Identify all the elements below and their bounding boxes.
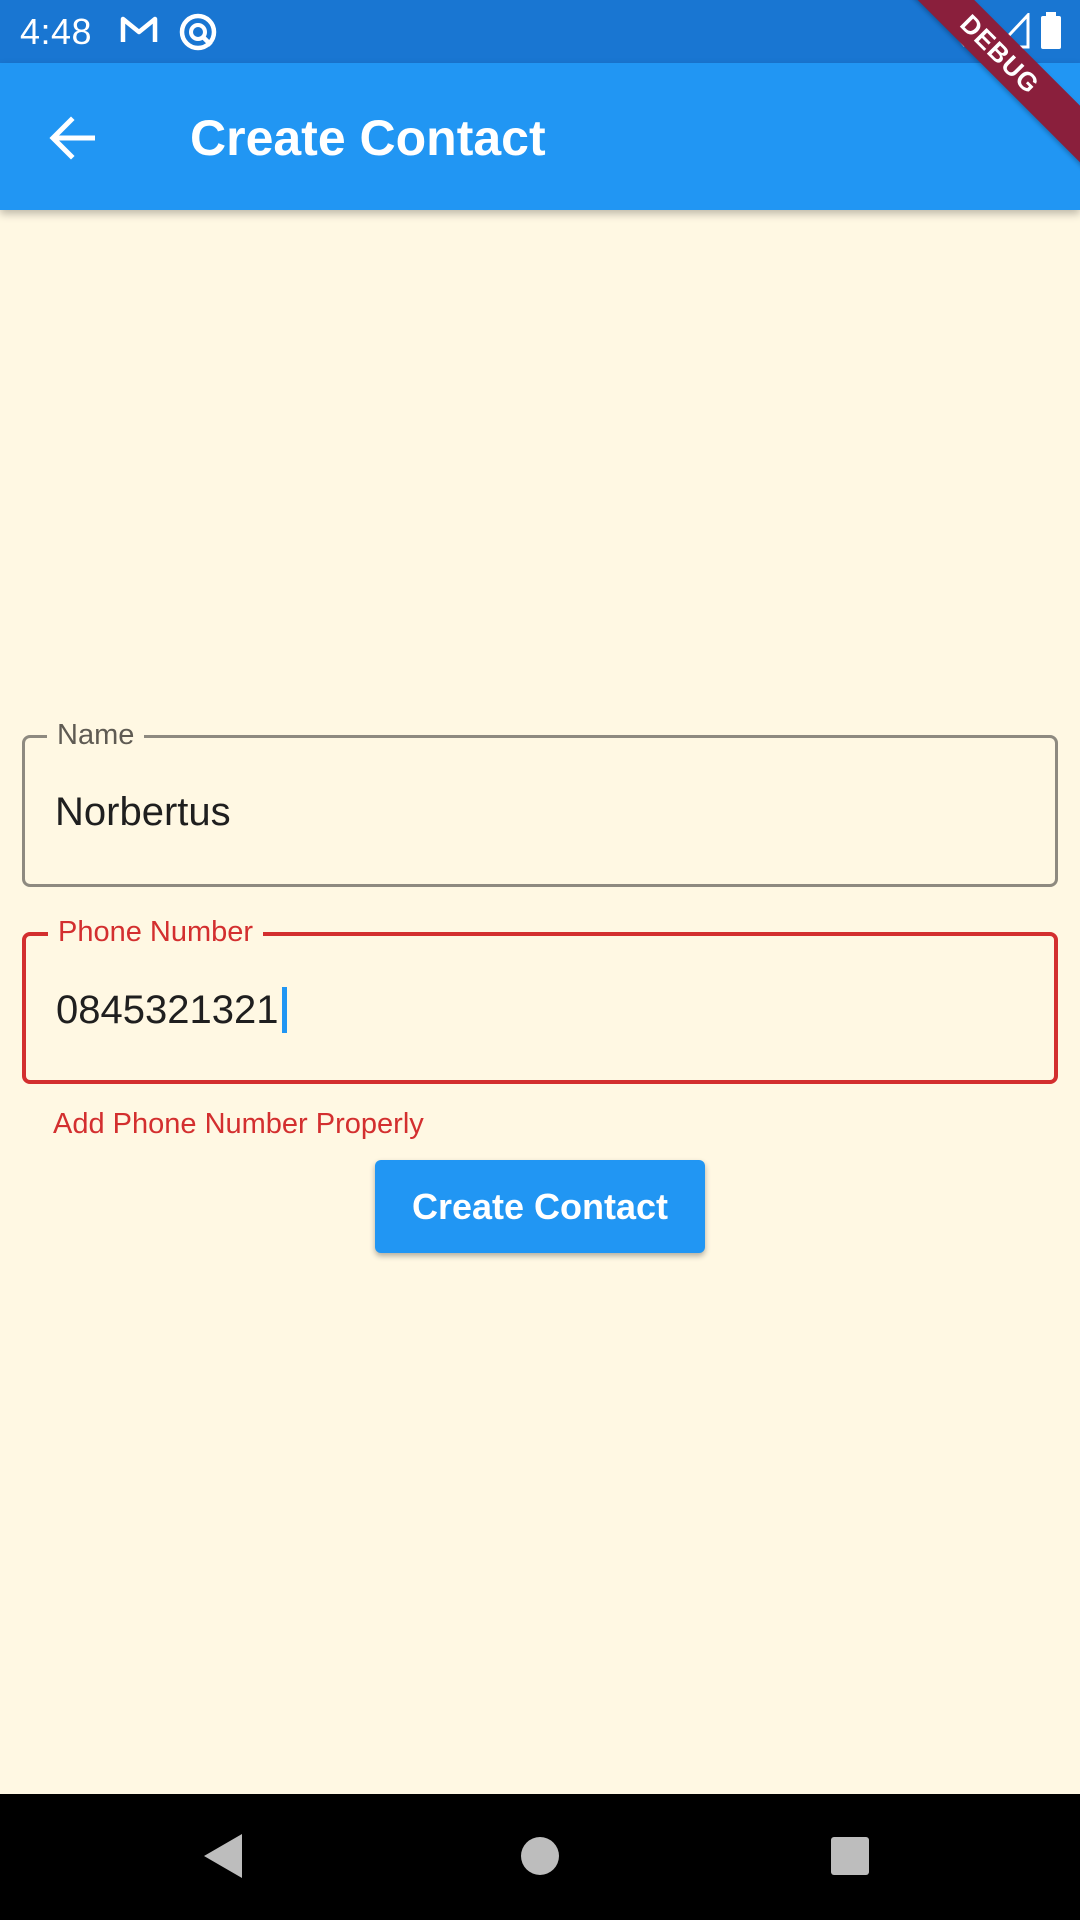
app-bar: Create Contact	[0, 63, 1080, 210]
arrow-back-icon	[49, 116, 95, 160]
nav-home-icon[interactable]	[520, 1836, 560, 1881]
battery-icon	[1040, 12, 1062, 55]
status-time: 4:48	[20, 11, 93, 52]
nav-recents-icon[interactable]	[830, 1836, 870, 1881]
text-cursor	[282, 987, 288, 1033]
name-input[interactable]: Norbertus	[55, 788, 231, 836]
phone-value: 0845321321	[56, 988, 279, 1032]
status-bar: 4:48	[0, 0, 1080, 63]
page-title: Create Contact	[190, 110, 546, 166]
name-value: Norbertus	[55, 790, 231, 834]
nav-back-icon[interactable]	[200, 1830, 248, 1887]
create-contact-button[interactable]: Create Contact	[375, 1160, 705, 1253]
back-button[interactable]	[32, 103, 112, 173]
name-field-label: Name	[47, 718, 145, 752]
phone-input[interactable]: 0845321321	[56, 986, 288, 1034]
system-nav-bar	[0, 1794, 1080, 1920]
phone-field[interactable]: Phone Number 0845321321	[22, 915, 1058, 1084]
phone-error-text: Add Phone Number Properly	[53, 1108, 424, 1140]
name-field[interactable]: Name Norbertus	[22, 718, 1058, 887]
sync-icon	[178, 12, 218, 57]
gmail-icon	[120, 14, 158, 51]
phone-field-label: Phone Number	[48, 915, 264, 949]
